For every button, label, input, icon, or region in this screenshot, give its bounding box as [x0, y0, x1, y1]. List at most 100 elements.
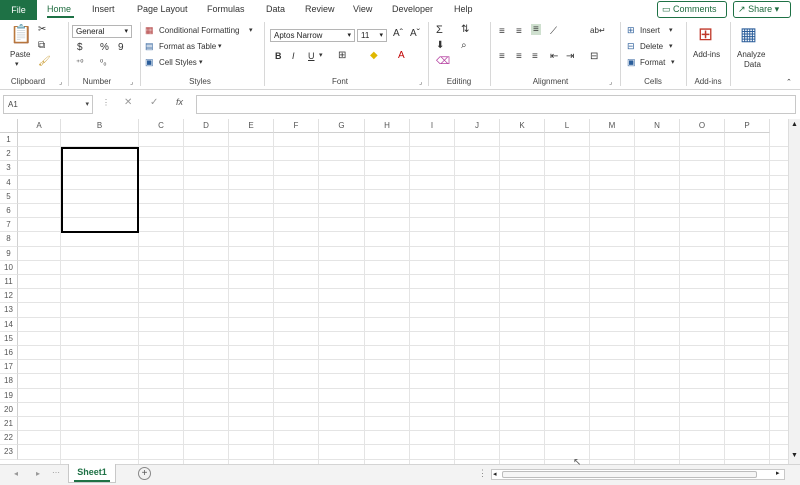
column-header[interactable]: N [635, 119, 680, 133]
insert-function-icon[interactable]: fx [176, 97, 183, 107]
column-header[interactable]: B [61, 119, 139, 133]
column-header[interactable]: F [274, 119, 319, 133]
row-header[interactable]: 22 [0, 431, 18, 446]
row-header[interactable]: 17 [0, 360, 18, 375]
align-center-icon[interactable]: ≡ [516, 51, 522, 62]
row-header[interactable]: 1 [0, 133, 18, 148]
column-header[interactable]: D [184, 119, 229, 133]
analyze-data-icon[interactable]: ▦ [740, 24, 757, 45]
find-icon[interactable]: ⌕ [461, 40, 467, 51]
tab-file[interactable]: File [0, 0, 37, 20]
column-header[interactable]: L [545, 119, 590, 133]
align-bottom-icon[interactable]: ≡ [531, 24, 541, 35]
name-box[interactable]: A1 ▾ [3, 95, 93, 114]
orientation-icon[interactable]: ⟋ [550, 26, 557, 37]
tab-review[interactable]: Review [305, 4, 335, 14]
chevron-down-icon[interactable]: ▾ [199, 58, 203, 66]
percent-button[interactable]: % [100, 42, 109, 53]
row-header[interactable]: 4 [0, 175, 18, 190]
more-sheets-icon[interactable]: ⋯ [52, 468, 60, 477]
analyze-data-line1[interactable]: Analyze [737, 50, 765, 59]
conditional-formatting-button[interactable]: Conditional Formatting [159, 26, 239, 35]
delete-button[interactable]: Delete [640, 42, 663, 51]
align-right-icon[interactable]: ≡ [532, 51, 538, 62]
scroll-up-icon[interactable]: ▲ [791, 121, 798, 128]
alignment-launcher-icon[interactable]: ⌟ [609, 78, 612, 86]
chevron-down-icon[interactable]: ▾ [319, 51, 323, 59]
tab-data[interactable]: Data [266, 4, 285, 14]
collapse-ribbon-icon[interactable]: ⌃ [786, 78, 792, 86]
number-format-dropdown[interactable]: General ▾ [72, 25, 132, 38]
align-top-icon[interactable]: ≡ [499, 26, 505, 37]
column-header[interactable]: K [500, 119, 545, 133]
format-painter-icon[interactable]: 🖌 [38, 56, 51, 67]
row-header[interactable]: 16 [0, 346, 18, 361]
addins-icon[interactable]: ⊞ [698, 24, 713, 45]
clear-icon[interactable]: ⌫ [436, 56, 450, 67]
confirm-icon[interactable]: ✓ [150, 97, 158, 108]
row-header[interactable]: 10 [0, 260, 18, 275]
add-sheet-button[interactable]: + [138, 467, 151, 480]
tab-home[interactable]: Home [47, 4, 71, 14]
tab-formulas[interactable]: Formulas [207, 4, 245, 14]
row-header[interactable]: 21 [0, 417, 18, 432]
cut-icon[interactable]: ✂ [38, 24, 46, 35]
prev-sheet-icon[interactable]: ◂ [14, 469, 18, 478]
align-middle-icon[interactable]: ≡ [516, 26, 522, 37]
currency-button[interactable]: $ [77, 42, 83, 53]
row-header[interactable]: 19 [0, 388, 18, 403]
column-header[interactable]: G [319, 119, 365, 133]
share-button[interactable]: ↗ Share ▾ [733, 1, 791, 18]
horizontal-scrollbar[interactable]: ◂ [491, 469, 785, 480]
column-header[interactable]: A [18, 119, 61, 133]
font-launcher-icon[interactable]: ⌟ [419, 78, 422, 86]
comments-button[interactable]: ▭ Comments [657, 1, 727, 18]
paste-icon[interactable]: 📋 [10, 24, 32, 45]
fill-icon[interactable]: ⬇ [436, 40, 444, 51]
increase-font-size-icon[interactable]: Aˆ [393, 28, 403, 39]
tab-page-layout[interactable]: Page Layout [137, 4, 188, 14]
worksheet-grid[interactable]: ABCDEFGHIJKLMNOP 1 2 3 4 5 6 7 8 9 10 11 12 13 14 15 16… [0, 119, 800, 464]
column-header[interactable]: O [680, 119, 725, 133]
cancel-icon[interactable]: ✕ [124, 97, 132, 108]
row-header[interactable]: 2 [0, 147, 18, 162]
column-header[interactable]: J [455, 119, 500, 133]
insert-button[interactable]: Insert [640, 26, 660, 35]
formula-input[interactable] [196, 95, 796, 114]
analyze-data-line2[interactable]: Data [744, 60, 761, 69]
chevron-down-icon[interactable]: ▾ [669, 26, 673, 34]
borders-icon[interactable]: ⊞ [338, 50, 346, 61]
format-as-table-button[interactable]: Format as Table [159, 42, 216, 51]
row-header[interactable]: 23 [0, 445, 18, 460]
column-header[interactable]: P [725, 119, 770, 133]
row-header[interactable]: 12 [0, 289, 18, 304]
row-header[interactable]: 15 [0, 331, 18, 346]
chevron-down-icon[interactable]: ▾ [249, 26, 253, 34]
column-header[interactable]: M [590, 119, 635, 133]
increase-indent-icon[interactable]: ⇥ [566, 51, 574, 62]
chevron-down-icon[interactable]: ▾ [15, 60, 19, 68]
row-header[interactable]: 3 [0, 161, 18, 176]
copy-icon[interactable]: ⧉ [38, 40, 45, 51]
next-sheet-icon[interactable]: ▸ [36, 469, 40, 478]
italic-button[interactable]: I [292, 51, 295, 61]
increase-decimal-icon[interactable]: ⁺⁰ [76, 58, 83, 67]
tab-splitter-handle-icon[interactable]: ⋮ [478, 468, 487, 479]
chevron-down-icon[interactable]: ▾ [671, 58, 675, 66]
selected-range[interactable] [61, 147, 139, 233]
tab-view[interactable]: View [353, 4, 372, 14]
column-header[interactable]: I [410, 119, 455, 133]
number-launcher-icon[interactable]: ⌟ [130, 78, 133, 86]
column-header[interactable]: C [139, 119, 184, 133]
align-left-icon[interactable]: ≡ [499, 51, 505, 62]
horizontal-scroll-thumb[interactable] [502, 471, 757, 478]
chevron-down-icon[interactable]: ▾ [669, 42, 673, 50]
column-header[interactable]: E [229, 119, 274, 133]
tab-insert[interactable]: Insert [92, 4, 115, 14]
addins-button[interactable]: Add-ins [693, 50, 720, 59]
decrease-decimal-icon[interactable]: ⁰₀ [100, 58, 107, 67]
underline-button[interactable]: U [308, 51, 315, 61]
scroll-down-icon[interactable]: ▼ [791, 452, 798, 459]
font-size-dropdown[interactable]: 11 ▾ [357, 29, 387, 42]
row-header[interactable]: 20 [0, 402, 18, 417]
